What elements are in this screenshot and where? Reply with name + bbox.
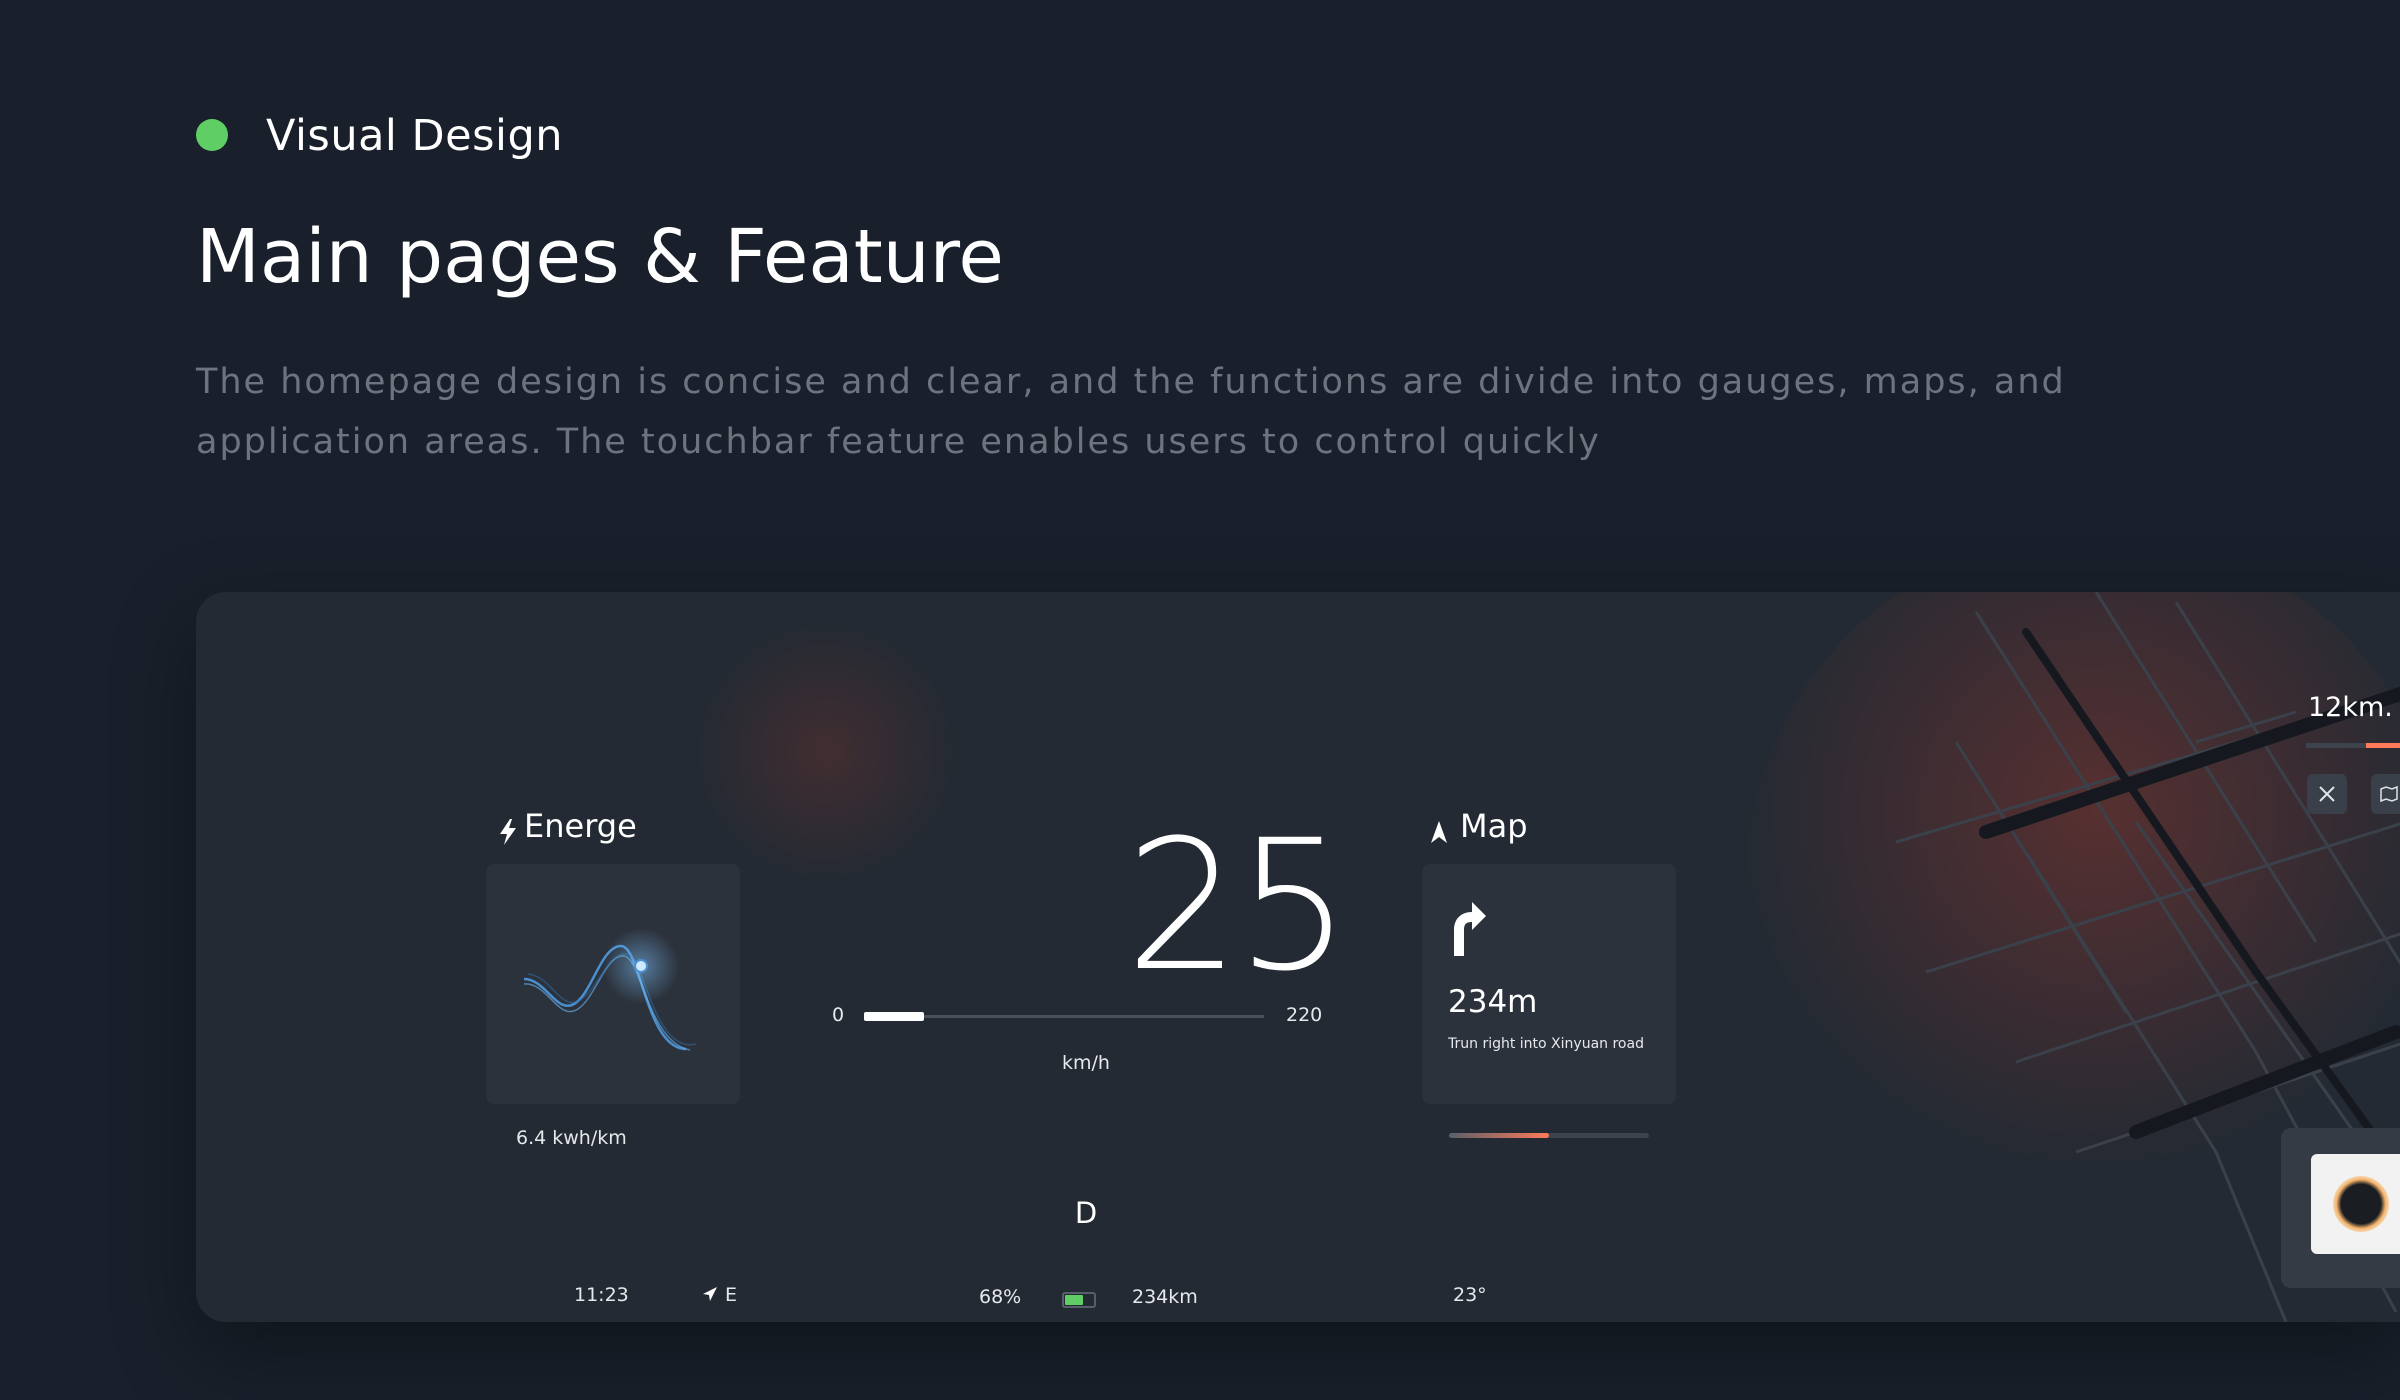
range-remaining: 234km — [1132, 1286, 1198, 1308]
battery-level — [1065, 1295, 1083, 1305]
route-remaining: 12km. 3 — [2308, 692, 2400, 723]
gear-indicator: D — [1074, 1196, 1098, 1230]
page-description: The homepage design is concise and clear… — [196, 362, 2066, 462]
location-arrow-icon — [703, 1287, 717, 1301]
temperature: 23° — [1453, 1284, 1487, 1306]
route-progress-fill — [2366, 743, 2400, 748]
navigation-card[interactable]: 234m Trun right into Xinyuan road — [1422, 864, 1676, 1104]
speed-value: 25 — [1125, 802, 1350, 1011]
speed-unit: km/h — [1062, 1052, 1110, 1074]
page-title: Main pages & Feature — [196, 214, 1004, 300]
dashboard-screen: Energe 6.4 kwh/km 25 0 220 km/h D Map 23… — [196, 592, 2400, 1322]
energy-consumption: 6.4 kwh/km — [516, 1127, 627, 1149]
gauge-min-label: 0 — [832, 1004, 845, 1026]
map-overview-button[interactable] — [2371, 774, 2400, 814]
map-title: Map — [1460, 807, 1528, 845]
lightning-icon — [500, 819, 516, 845]
speed-gauge-fill — [864, 1012, 924, 1021]
energy-chart-card[interactable] — [486, 864, 740, 1104]
battery-percent: 68% — [979, 1286, 1022, 1308]
map-icon — [2379, 785, 2398, 803]
gauge-max-label: 220 — [1286, 1004, 1323, 1026]
ambient-glow — [696, 622, 956, 882]
navigation-progress-fill — [1449, 1133, 1549, 1138]
clock: 11:23 — [574, 1284, 629, 1306]
turn-right-arrow-icon — [1454, 902, 1486, 956]
album-art — [2311, 1154, 2400, 1254]
energy-wave-chart — [523, 928, 697, 1051]
section-indicator-dot — [196, 119, 228, 151]
turn-distance: 234m — [1448, 984, 1538, 1020]
battery-icon — [1062, 1292, 1096, 1308]
compass-direction: E — [725, 1284, 738, 1306]
eclipse-image — [2333, 1176, 2389, 1232]
close-icon — [2319, 786, 2335, 802]
chart-point — [634, 959, 648, 973]
energy-title: Energe — [524, 807, 637, 845]
navigation-arrow-icon — [1431, 821, 1447, 843]
close-navigation-button[interactable] — [2307, 774, 2347, 814]
turn-instruction: Trun right into Xinyuan road — [1448, 1036, 1644, 1052]
section-label: Visual Design — [266, 111, 564, 161]
speed-gauge-track — [864, 1015, 1264, 1018]
